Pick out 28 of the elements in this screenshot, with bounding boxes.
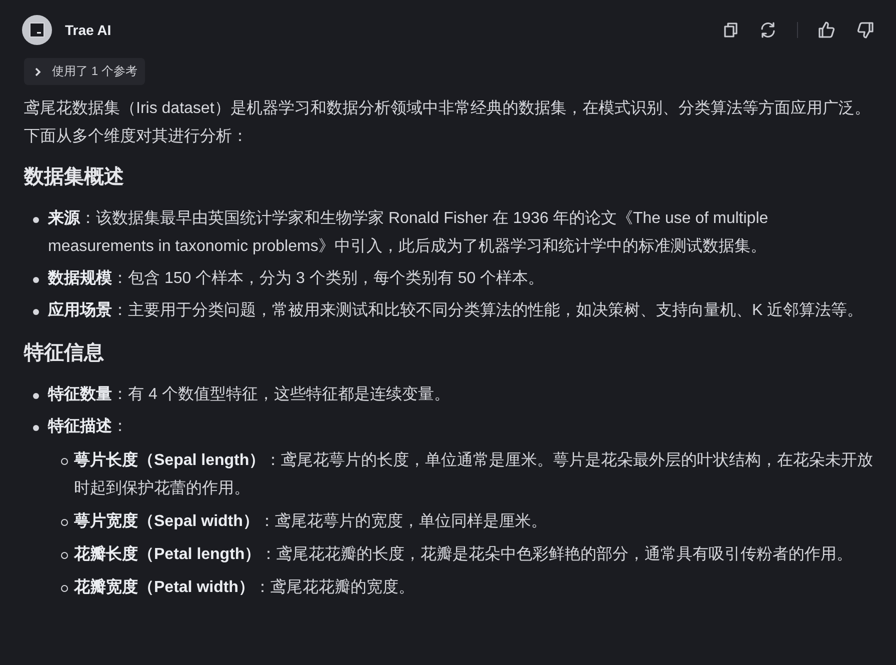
bullet-icon <box>33 277 39 283</box>
refresh-icon[interactable] <box>759 21 777 39</box>
avatar-icon <box>22 15 52 45</box>
list-item-text: 萼片长度（Sepal length）：鸢尾花萼片的长度，单位通常是厘米。萼片是花朵最外层的叶状结构，在花朵未开放时起到保护花蕾的作用。 <box>74 450 874 499</box>
thumbs-up-icon[interactable] <box>818 21 836 39</box>
reference-toggle[interactable]: 使用了 1 个参考 <box>24 58 146 85</box>
bullet-icon <box>60 552 68 559</box>
list-item-text: 花瓣长度（Petal length）：鸢尾花花瓣的长度，花瓣是花朵中色彩鲜艳的部分，通常具有吸引传粉者的作用。 <box>74 544 854 565</box>
bullet-icon <box>33 217 39 223</box>
list-item-text: 特征描述： <box>48 416 129 437</box>
list-item-text: 来源：该数据集最早由英国统计学家和生物学家 Ronald Fisher 在 1936 年的论文《The use of multiple measurements in taxonomic problems》中引入，此后成为了机器学习和统计学中的标准测试数据集。 <box>48 208 770 257</box>
section-heading: 数据集概述 <box>24 165 125 190</box>
list-item-text: 萼片宽度（Sepal width）：鸢尾花萼片的宽度，单位同样是厘米。 <box>74 511 548 532</box>
bullet-icon <box>60 458 68 465</box>
bullet-icon <box>60 519 68 526</box>
list-item-text: 特征数量：有 4 个数值型特征，这些特征都是连续变量。 <box>48 384 451 405</box>
list-item-text: 数据规模：包含 150 个样本，分为 3 个类别，每个类别有 50 个样本。 <box>48 268 546 289</box>
bullet-icon <box>33 393 39 399</box>
section-heading: 特征信息 <box>24 341 105 366</box>
bullet-icon <box>33 425 39 431</box>
bullet-icon <box>33 309 39 315</box>
assistant-name: Trae AI <box>65 22 112 38</box>
list-item-text: 应用场景：主要用于分类问题，常被用来测试和比较不同分类算法的性能，如决策树、支持向量机、K 近邻算法等。 <box>48 300 864 321</box>
intro-paragraph: 鸢尾花数据集（Iris dataset）是机器学习和数据分析领域中非常经典的数据集，在模式识别、分类算法等方面应用广泛。下面从多个维度对其进行分析： <box>24 98 872 147</box>
bullet-icon <box>60 585 68 592</box>
copy-icon[interactable] <box>723 22 739 38</box>
list-item-text: 花瓣宽度（Petal width）：鸢尾花花瓣的宽度。 <box>74 577 416 598</box>
thumbs-down-icon[interactable] <box>856 21 874 39</box>
